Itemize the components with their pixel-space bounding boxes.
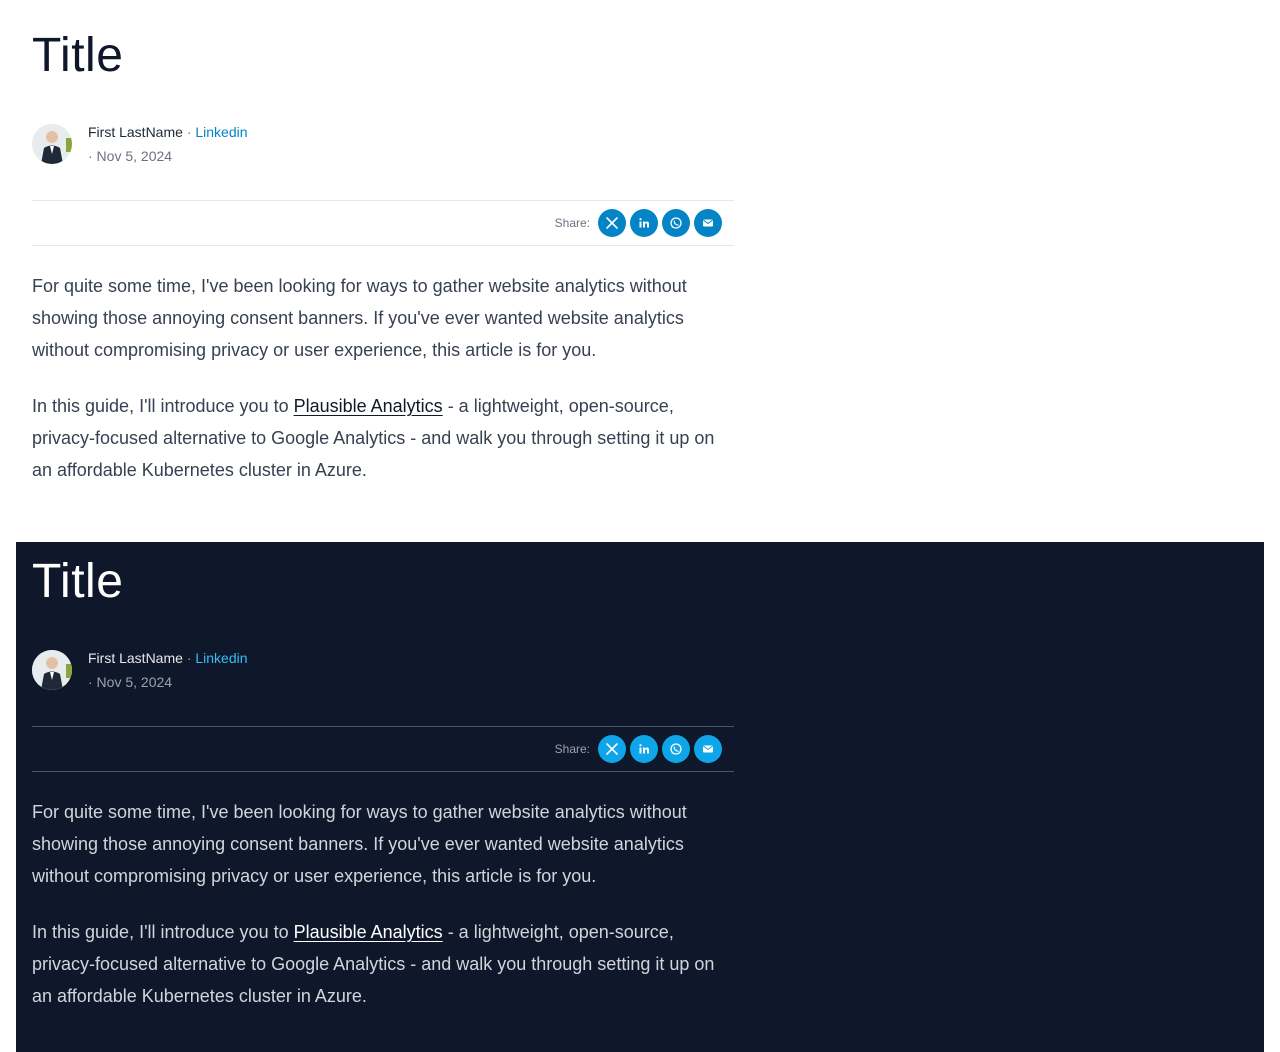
- page-title: Title: [32, 29, 124, 82]
- mail-icon: [703, 745, 713, 753]
- share-x-button[interactable]: [598, 209, 626, 237]
- mail-icon: [703, 219, 713, 227]
- article-dark: Title First LastName · Linkedin · Nov 5,…: [16, 542, 1264, 1052]
- paragraph-guide: In this guide, I'll introduce you to Pla…: [32, 916, 734, 1012]
- article-body: For quite some time, I've been looking f…: [32, 796, 734, 1036]
- author-line: First LastName · Linkedin: [88, 122, 248, 142]
- share-whatsapp-button[interactable]: [662, 735, 690, 763]
- share-email-button[interactable]: [694, 735, 722, 763]
- author-block: First LastName · Linkedin · Nov 5, 2024: [32, 648, 432, 700]
- author-name: First LastName: [88, 650, 183, 666]
- linkedin-link[interactable]: Linkedin: [195, 124, 247, 140]
- linkedin-link[interactable]: Linkedin: [195, 650, 247, 666]
- separator: ·: [186, 650, 192, 666]
- x-logo-icon: [606, 217, 618, 229]
- share-label: Share:: [554, 742, 590, 756]
- plausible-analytics-link[interactable]: Plausible Analytics: [294, 396, 443, 416]
- article-body: For quite some time, I've been looking f…: [32, 270, 734, 510]
- avatar: [32, 124, 72, 164]
- avatar: [32, 650, 72, 690]
- paragraph-guide-start: In this guide, I'll introduce you to: [32, 922, 294, 942]
- share-email-button[interactable]: [694, 209, 722, 237]
- share-linkedin-button[interactable]: [630, 735, 658, 763]
- author-name: First LastName: [88, 124, 183, 140]
- share-linkedin-button[interactable]: [630, 209, 658, 237]
- linkedin-icon: [639, 744, 649, 754]
- share-bar: Share:: [32, 726, 734, 772]
- whatsapp-icon: [670, 217, 682, 229]
- share-x-button[interactable]: [598, 735, 626, 763]
- author-line: First LastName · Linkedin: [88, 648, 248, 668]
- paragraph-guide-start: In this guide, I'll introduce you to: [32, 396, 294, 416]
- share-label: Share:: [554, 216, 590, 230]
- paragraph-guide: In this guide, I'll introduce you to Pla…: [32, 390, 734, 486]
- paragraph-intro: For quite some time, I've been looking f…: [32, 802, 687, 886]
- x-logo-icon: [606, 743, 618, 755]
- linkedin-icon: [639, 218, 649, 228]
- person-photo-icon: [32, 650, 72, 690]
- article-light: Title First LastName · Linkedin · Nov 5,…: [0, 0, 1280, 520]
- plausible-analytics-link[interactable]: Plausible Analytics: [294, 922, 443, 942]
- paragraph-intro: For quite some time, I've been looking f…: [32, 276, 687, 360]
- share-whatsapp-button[interactable]: [662, 209, 690, 237]
- page-title: Title: [32, 555, 124, 608]
- person-photo-icon: [32, 124, 72, 164]
- share-bar: Share:: [32, 200, 734, 246]
- author-block: First LastName · Linkedin · Nov 5, 2024: [32, 122, 432, 174]
- whatsapp-icon: [670, 743, 682, 755]
- publish-date: · Nov 5, 2024: [88, 674, 173, 690]
- publish-date: · Nov 5, 2024: [88, 148, 173, 164]
- separator: ·: [186, 124, 192, 140]
